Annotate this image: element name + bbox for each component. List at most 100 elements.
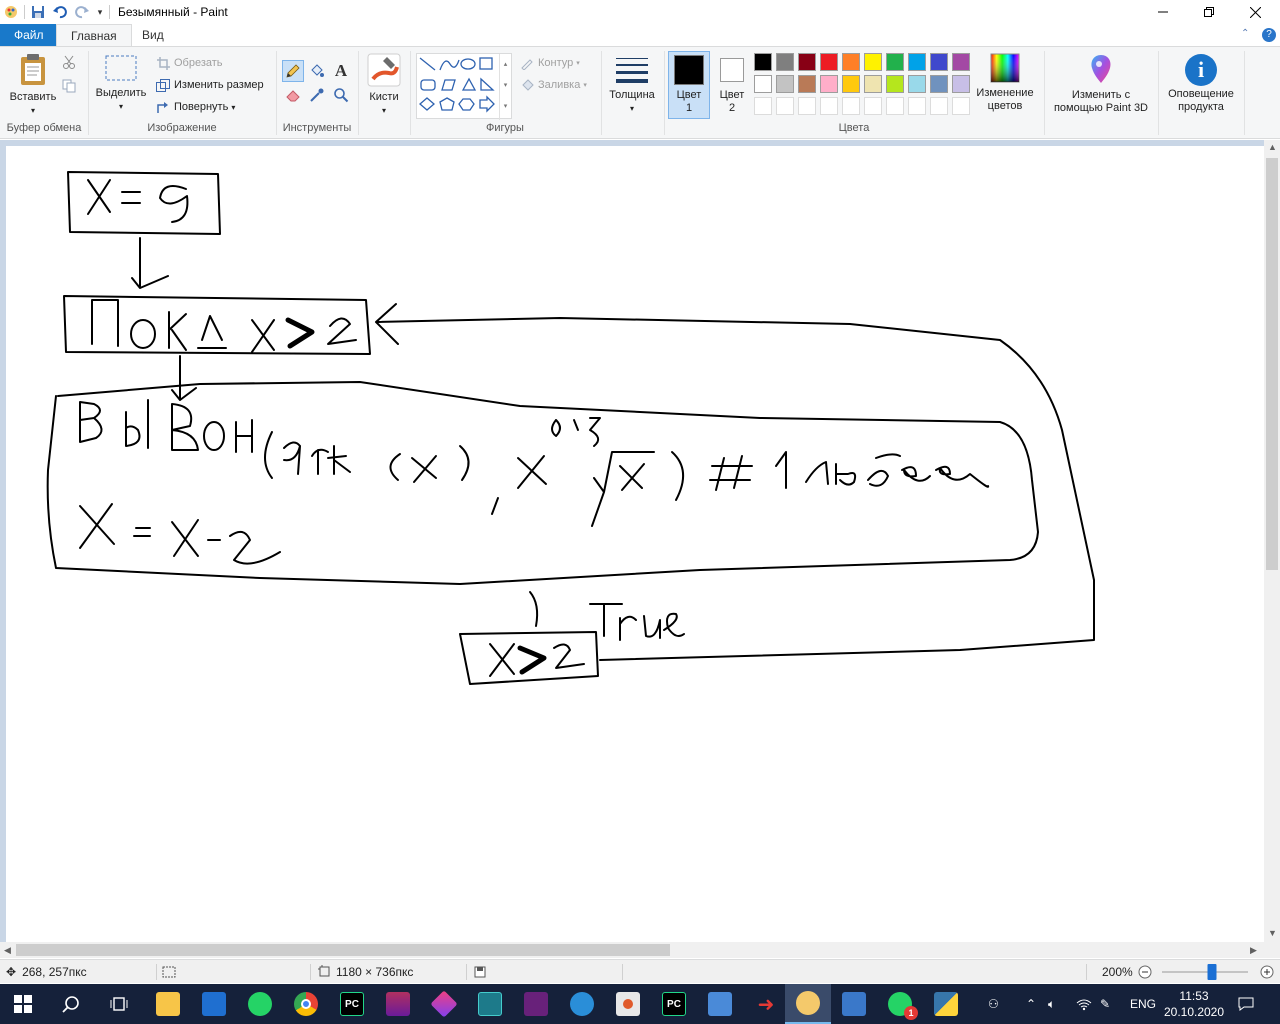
tab-home[interactable]: Главная [56, 24, 132, 47]
fill-button[interactable]: Заливка ▾ [519, 77, 587, 93]
magnifier-tool[interactable] [330, 84, 352, 106]
palette-swatch[interactable] [908, 75, 926, 93]
custom-color-slot[interactable] [908, 97, 926, 115]
palette-swatch[interactable] [820, 53, 838, 71]
clock[interactable]: 11:53 20.10.2020 [1164, 984, 1224, 1024]
pencil-tool[interactable] [282, 60, 304, 82]
palette-swatch[interactable] [908, 53, 926, 71]
color1-button[interactable]: Цвет 1 [668, 51, 710, 119]
scroll-up-arrow-icon[interactable]: ▲ [1268, 142, 1277, 152]
text-tool-icon[interactable]: A [330, 60, 352, 82]
copy-icon[interactable] [58, 75, 80, 97]
custom-color-slot[interactable] [930, 97, 948, 115]
palette-swatch[interactable] [776, 53, 794, 71]
color-picker-tool[interactable] [306, 84, 328, 106]
vertical-scroll-thumb[interactable] [1266, 158, 1278, 570]
palette-swatch[interactable] [886, 75, 904, 93]
palette-swatch[interactable] [930, 75, 948, 93]
save-icon[interactable] [27, 0, 49, 24]
rotate-button[interactable]: Повернуть ▾ [155, 99, 235, 115]
select-button[interactable]: Выделить ▾ [94, 55, 148, 113]
taskbar-app-python[interactable] [923, 984, 969, 1024]
customize-toolbar-icon[interactable]: ▾ [93, 0, 107, 24]
people-icon[interactable]: ⚇ [988, 984, 999, 1024]
palette-swatch[interactable] [820, 75, 838, 93]
product-alert-button[interactable]: i Оповещение продукта [1162, 53, 1240, 114]
shapes-scroll[interactable]: ▴ ▾ ▾ [499, 54, 511, 120]
zoom-in-button[interactable] [1260, 960, 1274, 984]
custom-color-slot[interactable] [754, 97, 772, 115]
taskbar-whatsapp[interactable] [237, 984, 283, 1024]
palette-swatch[interactable] [842, 75, 860, 93]
undo-icon[interactable] [49, 0, 71, 24]
scroll-left-arrow-icon[interactable]: ◀ [4, 945, 11, 956]
scroll-right-arrow-icon[interactable]: ▶ [1250, 945, 1257, 956]
horizontal-scroll-thumb[interactable] [16, 944, 670, 956]
palette-swatch[interactable] [952, 75, 970, 93]
notifications-icon[interactable] [1238, 984, 1254, 1024]
edit-colors-button[interactable]: Изменение цветов [972, 53, 1038, 113]
cut-icon[interactable] [58, 51, 80, 73]
fill-tool[interactable] [306, 60, 328, 82]
paste-button[interactable]: Вставить ▾ [6, 53, 60, 117]
custom-color-slot[interactable] [886, 97, 904, 115]
taskbar-visual-studio[interactable] [513, 984, 559, 1024]
taskbar-paint[interactable] [785, 984, 831, 1024]
custom-color-slot[interactable] [864, 97, 882, 115]
tab-file[interactable]: Файл [0, 24, 58, 46]
horizontal-scrollbar[interactable]: ◀ ▶ [0, 942, 1264, 958]
tab-view[interactable]: Вид [128, 24, 178, 46]
color2-button[interactable]: Цвет 2 [712, 52, 752, 115]
taskbar-app-image[interactable] [831, 984, 877, 1024]
collapse-ribbon-icon[interactable]: ⌃ [1241, 28, 1249, 39]
search-button[interactable] [48, 984, 94, 1024]
volume-icon[interactable]: 🔈︎ [1048, 984, 1055, 1024]
taskbar-app-terminal[interactable] [467, 984, 513, 1024]
palette-swatch[interactable] [842, 53, 860, 71]
custom-color-slot[interactable] [776, 97, 794, 115]
custom-color-slot[interactable] [842, 97, 860, 115]
shapes-gallery[interactable]: ▴ ▾ ▾ [416, 53, 512, 120]
taskbar-store[interactable] [191, 984, 237, 1024]
vertical-scrollbar[interactable]: ▲ ▼ [1264, 140, 1280, 942]
minimize-button[interactable] [1140, 0, 1186, 24]
taskbar-file-explorer[interactable] [145, 984, 191, 1024]
taskbar-app-media[interactable] [605, 984, 651, 1024]
drawing-canvas[interactable] [6, 146, 1264, 942]
language-indicator[interactable]: ENG [1130, 984, 1156, 1024]
zoom-out-button[interactable] [1138, 960, 1152, 984]
zoom-slider-thumb[interactable] [1207, 964, 1217, 980]
pen-icon[interactable]: ✎ [1100, 984, 1110, 1024]
palette-swatch[interactable] [798, 75, 816, 93]
custom-color-slot[interactable] [798, 97, 816, 115]
palette-swatch[interactable] [952, 53, 970, 71]
palette-swatch[interactable] [930, 53, 948, 71]
paint3d-button[interactable]: Изменить с помощью Paint 3D [1048, 53, 1154, 115]
taskbar-app-gem[interactable] [421, 984, 467, 1024]
scroll-down-arrow-icon[interactable]: ▼ [1268, 928, 1277, 938]
palette-swatch[interactable] [798, 53, 816, 71]
tray-overflow-icon[interactable]: ⌃ [1026, 984, 1036, 1024]
taskbar-chrome[interactable] [283, 984, 329, 1024]
taskbar-pycharm-2[interactable]: PC [651, 984, 697, 1024]
custom-color-slot[interactable] [820, 97, 838, 115]
taskbar-app-arrow[interactable]: ➜ [743, 984, 789, 1024]
paint-app-icon[interactable] [0, 0, 22, 24]
eraser-tool[interactable] [282, 84, 304, 106]
brushes-button[interactable]: Кисти ▾ [362, 53, 406, 117]
taskbar-app-monitor[interactable] [697, 984, 743, 1024]
taskbar-winrar[interactable] [375, 984, 421, 1024]
palette-swatch[interactable] [886, 53, 904, 71]
taskbar-pycharm[interactable]: PC [329, 984, 375, 1024]
size-button[interactable]: Толщина ▾ [604, 55, 660, 115]
zoom-slider[interactable] [1162, 964, 1248, 980]
custom-color-slot[interactable] [952, 97, 970, 115]
task-view-button[interactable] [96, 984, 142, 1024]
start-button[interactable] [0, 984, 46, 1024]
outline-button[interactable]: Контур ▾ [519, 55, 580, 71]
restore-button[interactable] [1186, 0, 1232, 24]
network-icon[interactable] [1076, 984, 1092, 1024]
taskbar-whatsapp-2[interactable]: 1 [877, 984, 923, 1024]
palette-swatch[interactable] [864, 75, 882, 93]
palette-swatch[interactable] [864, 53, 882, 71]
